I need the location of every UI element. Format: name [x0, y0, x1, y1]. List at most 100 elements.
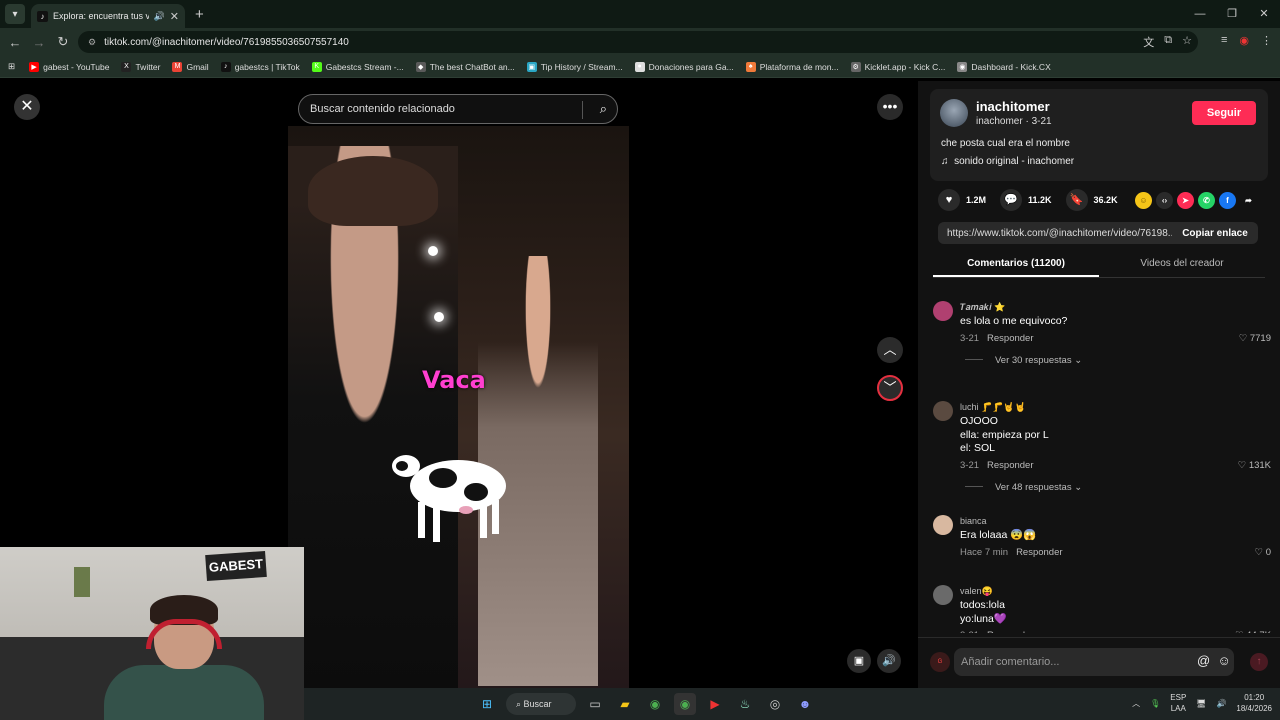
bookmark-favicon-icon: ⚙	[850, 61, 861, 72]
reply-button[interactable]: Responder	[1016, 547, 1062, 558]
obs-icon[interactable]: ◎	[764, 693, 786, 715]
send-icon[interactable]: ➤	[1177, 192, 1194, 209]
heart-icon[interactable]: ♥	[938, 189, 960, 211]
commenter-name[interactable]: luchi 🦵🦵🤘🤘	[960, 402, 1026, 413]
webcam-overlay: GABEST	[0, 547, 304, 720]
reply-button[interactable]: Responder	[987, 630, 1033, 633]
bookmark-item[interactable]: ▣ Tip History / Stream...	[526, 61, 623, 72]
comment-like-button[interactable]: ♡ 131K	[1238, 460, 1271, 471]
browser-tab[interactable]: ♪ Explora: encuentra tus vide 🔊 ✕	[31, 4, 185, 28]
share-arrow-icon[interactable]: ➦	[1240, 192, 1257, 209]
media-app-icon[interactable]: ▶	[704, 693, 726, 715]
back-button[interactable]: ←	[3, 35, 27, 50]
chrome-icon[interactable]: ◉	[644, 693, 666, 715]
chrome-active-icon[interactable]: ◉	[674, 693, 696, 715]
install-icon[interactable]: ⧉	[1164, 34, 1172, 50]
tab-comments[interactable]: Comentarios (11200)	[933, 252, 1099, 277]
bookmark-item[interactable]: ♪ gabestcs | TikTok	[220, 61, 300, 72]
microphone-icon[interactable]: 🎙	[1150, 699, 1160, 708]
new-tab-button[interactable]: +	[195, 6, 204, 23]
bookmark-item[interactable]: ▶ gabest - YouTube	[29, 61, 109, 72]
bookmark-star-icon[interactable]: ☆	[1182, 34, 1192, 50]
follow-button[interactable]: Seguir	[1192, 101, 1256, 125]
tab-creator-videos[interactable]: Videos del creador	[1099, 252, 1265, 277]
related-search-input[interactable]: Buscar contenido relacionado ⌕	[298, 94, 618, 124]
copy-link-button[interactable]: Copiar enlace	[1172, 228, 1258, 239]
tiktok-icon: ♪	[37, 10, 48, 22]
restore-button[interactable]: ❐	[1216, 0, 1248, 28]
clock[interactable]: 01:20 18/4/2026	[1236, 692, 1272, 714]
forward-button[interactable]: →	[27, 35, 51, 50]
speaker-tray-icon[interactable]: 🔊	[1216, 699, 1226, 708]
embed-icon[interactable]: ‹›	[1156, 192, 1173, 209]
comment-like-button[interactable]: ♡ 7719	[1239, 333, 1271, 344]
bookmark-item[interactable]: K Gabestcs Stream -...	[311, 61, 404, 72]
send-comment-button[interactable]: ↑	[1250, 653, 1268, 671]
menu-icon[interactable]: ⋮	[1261, 34, 1272, 47]
steam-icon[interactable]: ♨	[734, 693, 756, 715]
bookmark-item[interactable]: ◉ Dashboard - Kick.CX	[957, 61, 1051, 72]
bookmark-item[interactable]: ⚙ Kicklet.app - Kick C...	[850, 61, 945, 72]
volume-icon[interactable]: 🔊	[877, 649, 901, 673]
windows-start-icon[interactable]: ⊞	[476, 693, 498, 715]
search-icon[interactable]: ⌕	[600, 101, 607, 117]
commenter-avatar[interactable]	[933, 301, 953, 321]
bookmark-label: Twitter	[135, 61, 161, 72]
previous-video-button[interactable]: ︿	[877, 337, 903, 363]
tab-search-icon[interactable]: ▾	[5, 4, 25, 24]
bookmark-item[interactable]: ♠ Plataforma de mon...	[745, 61, 839, 72]
comment-like-button[interactable]: ♡ 44.7K	[1235, 630, 1271, 633]
coin-icon[interactable]: ☺	[1135, 192, 1152, 209]
next-video-button[interactable]: ﹀	[877, 375, 903, 401]
file-explorer-icon[interactable]: ▰	[614, 693, 636, 715]
mini-player-icon[interactable]: ▣	[847, 649, 871, 673]
mention-icon[interactable]: @	[1197, 653, 1210, 668]
view-replies-button[interactable]: Ver 48 respuestas ⌄	[965, 482, 1082, 493]
profile-avatar[interactable]: ◉	[1239, 34, 1249, 47]
tray-chevron-icon[interactable]: ︿	[1132, 698, 1140, 709]
close-tab-icon[interactable]: ✕	[170, 10, 179, 23]
more-options-icon[interactable]: •••	[877, 94, 903, 120]
comment-like-button[interactable]: ♡ 0	[1255, 547, 1271, 558]
author-avatar[interactable]	[940, 99, 968, 127]
whatsapp-icon[interactable]: ✆	[1198, 192, 1215, 209]
reply-button[interactable]: Responder	[987, 460, 1033, 471]
network-icon[interactable]: 🖥	[1196, 699, 1206, 708]
close-window-button[interactable]: ✕	[1248, 0, 1280, 28]
bookmark-item[interactable]: ● Donaciones para Ga...	[634, 61, 734, 72]
reload-button[interactable]: ↻	[51, 34, 75, 50]
facebook-icon[interactable]: f	[1219, 192, 1236, 209]
comment-input[interactable]: Añadir comentario...	[954, 648, 1234, 676]
emoji-icon[interactable]: ☺	[1217, 653, 1230, 668]
share-url[interactable]: https://www.tiktok.com/@inachitomer/vide…	[947, 228, 1172, 239]
bookmark-item[interactable]: ◆ The best ChatBot an...	[415, 61, 515, 72]
minimize-button[interactable]: —	[1184, 0, 1216, 28]
commenter-name[interactable]: valen😝	[960, 586, 993, 597]
commenter-avatar[interactable]	[933, 585, 953, 605]
commenter-avatar[interactable]	[933, 401, 953, 421]
author-username[interactable]: inachitomer	[976, 99, 1050, 114]
bookmark-item[interactable]: X Twitter	[121, 61, 161, 72]
taskbar-search[interactable]: ⌕ Buscar	[506, 693, 576, 715]
bookmark-item[interactable]: M Gmail	[172, 61, 209, 72]
comment-icon[interactable]: 💬	[1000, 189, 1023, 211]
discord-icon[interactable]: ☻	[794, 693, 816, 715]
speaker-icon[interactable]: 🔊	[154, 11, 165, 22]
apps-icon[interactable]: ⊞	[8, 61, 15, 72]
translate-icon[interactable]: 文	[1143, 34, 1154, 50]
commenter-name[interactable]: bianca	[960, 516, 987, 526]
commenter-avatar[interactable]	[933, 515, 953, 535]
site-info-icon[interactable]: ⚙	[88, 37, 96, 48]
view-replies-button[interactable]: Ver 30 respuestas ⌄	[965, 355, 1082, 366]
sound-link[interactable]: ♫ sonido original - inachomer	[941, 156, 1074, 167]
webcam-logo: GABEST	[205, 550, 267, 582]
url-bar[interactable]: ⚙ tiktok.com/@inachitomer/video/76198550…	[78, 31, 1198, 53]
language-indicator[interactable]: ESP LAA	[1170, 692, 1186, 714]
task-view-icon[interactable]: ▭	[584, 693, 606, 715]
commenter-name[interactable]: 𝑻𝒂𝒎𝒂𝒌𝒊 ⭐	[960, 302, 1005, 313]
close-icon[interactable]: ✕	[14, 94, 40, 120]
video-player[interactable]: Vaca	[288, 126, 629, 688]
bookmark-icon[interactable]: 🔖	[1065, 189, 1088, 211]
reply-button[interactable]: Responder	[987, 333, 1033, 344]
media-control-icon[interactable]: ≡	[1221, 34, 1227, 47]
